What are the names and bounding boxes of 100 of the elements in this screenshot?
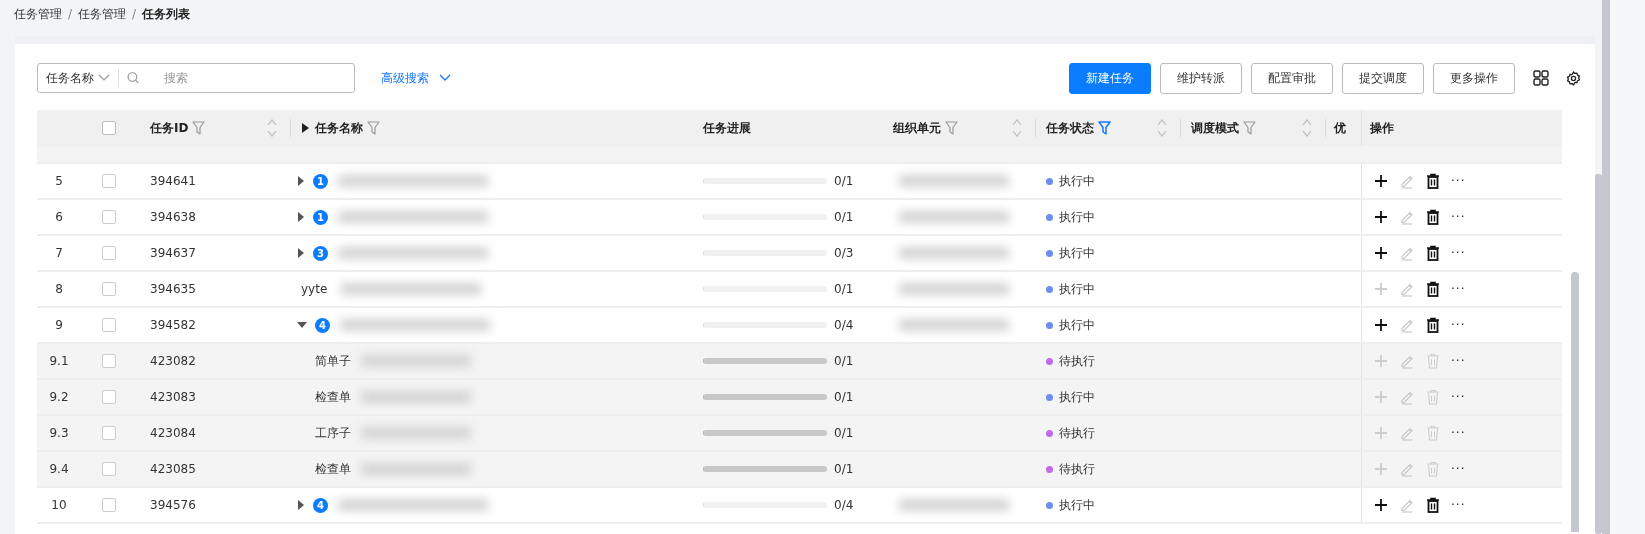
row-checkbox[interactable] — [101, 354, 116, 368]
row-number: 9.3 — [49, 426, 69, 440]
edit-icon[interactable] — [1399, 461, 1415, 477]
task-name: 工序子 — [315, 424, 351, 442]
status-label: 执行中 — [1059, 496, 1095, 514]
trash-icon[interactable] — [1426, 497, 1440, 513]
select-all-checkbox[interactable] — [101, 121, 116, 135]
breadcrumb-item[interactable]: 任务管理 — [78, 5, 127, 23]
add-icon[interactable] — [1374, 246, 1388, 260]
status-label: 执行中 — [1059, 244, 1095, 262]
caret-right-icon[interactable] — [297, 176, 305, 186]
filter-icon[interactable] — [945, 121, 958, 135]
row-number: 7 — [55, 246, 63, 260]
filter-icon[interactable] — [192, 121, 206, 135]
breadcrumb-item[interactable]: 任务管理 — [14, 5, 62, 23]
toolbar-button[interactable]: 维护转派 — [1160, 62, 1242, 94]
toolbar-button[interactable]: 配置审批 — [1251, 62, 1333, 94]
filter-icon[interactable] — [367, 121, 380, 135]
sort-icon[interactable] — [1012, 117, 1022, 139]
row-number: 10 — [51, 498, 67, 512]
column-header: 任务进展 — [703, 119, 751, 137]
search-icon — [126, 71, 140, 85]
row-checkbox[interactable] — [101, 462, 116, 476]
add-icon[interactable] — [1374, 498, 1388, 512]
layout-grid-icon[interactable] — [1533, 70, 1549, 86]
status-label: 待执行 — [1059, 460, 1095, 478]
more-actions-button[interactable]: ··· — [1451, 318, 1466, 332]
add-icon[interactable] — [1374, 210, 1388, 224]
more-actions-button[interactable]: ··· — [1451, 498, 1466, 512]
edit-icon[interactable] — [1399, 497, 1415, 513]
edit-icon[interactable] — [1399, 353, 1415, 369]
progress-count: 0/1 — [834, 174, 854, 188]
caret-right-icon[interactable] — [297, 248, 305, 258]
expand-all-icon[interactable] — [301, 123, 309, 133]
more-actions-button[interactable]: ··· — [1451, 390, 1466, 404]
row-checkbox[interactable] — [101, 174, 116, 188]
column-header: 操作 — [1370, 119, 1394, 137]
trash-icon[interactable] — [1426, 245, 1440, 261]
more-actions-button[interactable]: ··· — [1451, 210, 1466, 224]
count-badge: 4 — [313, 497, 328, 513]
more-actions-button[interactable]: ··· — [1451, 462, 1466, 476]
edit-icon[interactable] — [1399, 173, 1415, 189]
task-id: 394638 — [150, 210, 196, 224]
more-actions-button[interactable]: ··· — [1451, 246, 1466, 260]
row-checkbox[interactable] — [101, 498, 116, 512]
row-checkbox[interactable] — [101, 282, 116, 296]
trash-icon[interactable] — [1426, 281, 1440, 297]
task-id: 423084 — [150, 426, 196, 440]
row-checkbox[interactable] — [101, 318, 116, 332]
edit-icon[interactable] — [1399, 245, 1415, 261]
task-id: 394641 — [150, 174, 196, 188]
edit-icon[interactable] — [1399, 209, 1415, 225]
add-icon[interactable] — [1374, 318, 1388, 332]
more-actions-button[interactable]: ··· — [1451, 282, 1466, 296]
status-label: 执行中 — [1059, 316, 1095, 334]
edit-icon[interactable] — [1399, 317, 1415, 333]
toolbar-button[interactable]: 更多操作 — [1433, 62, 1515, 94]
trash-icon[interactable] — [1426, 209, 1440, 225]
sort-icon[interactable] — [1302, 117, 1312, 139]
row-checkbox[interactable] — [101, 426, 116, 440]
toolbar-button[interactable]: 提交调度 — [1342, 62, 1424, 94]
edit-icon[interactable] — [1399, 425, 1415, 441]
table-scrollbar[interactable] — [1571, 272, 1580, 532]
progress-count: 0/1 — [834, 462, 854, 476]
caret-down-icon[interactable] — [297, 321, 307, 329]
column-header: 任务状态 — [1046, 119, 1094, 137]
more-actions-button[interactable]: ··· — [1451, 354, 1466, 368]
sort-icon[interactable] — [1157, 117, 1167, 139]
settings-icon[interactable] — [1566, 70, 1581, 86]
progress-count: 0/1 — [834, 354, 854, 368]
more-actions-button[interactable]: ··· — [1451, 426, 1466, 440]
progress-count: 0/1 — [834, 282, 854, 296]
caret-right-icon[interactable] — [297, 212, 305, 222]
sort-icon[interactable] — [267, 117, 277, 139]
advanced-search-link[interactable]: 高级搜索 — [381, 69, 451, 87]
column-header: 优 — [1334, 119, 1346, 137]
add-icon[interactable] — [1374, 174, 1388, 188]
toolbar-button[interactable]: 新建任务 — [1069, 62, 1151, 94]
column-header: 调度模式 — [1191, 119, 1239, 137]
trash-icon[interactable] — [1426, 173, 1440, 189]
field-select[interactable]: 任务名称 — [46, 69, 110, 87]
more-actions-button[interactable]: ··· — [1451, 174, 1466, 188]
count-badge: 4 — [315, 317, 330, 333]
edit-icon[interactable] — [1399, 389, 1415, 405]
filter-icon[interactable] — [1098, 121, 1111, 135]
row-number: 9.1 — [49, 354, 69, 368]
status-label: 执行中 — [1059, 208, 1095, 226]
progress-count: 0/1 — [834, 390, 854, 404]
row-checkbox[interactable] — [101, 390, 116, 404]
trash-icon[interactable] — [1426, 317, 1440, 333]
filter-icon[interactable] — [1243, 121, 1256, 135]
search-field[interactable]: 任务名称 搜索 — [37, 63, 355, 93]
breadcrumb-separator: / — [132, 7, 137, 21]
edit-icon[interactable] — [1399, 281, 1415, 297]
page-scrollbar[interactable] — [1595, 174, 1602, 534]
caret-right-icon[interactable] — [297, 500, 305, 510]
row-checkbox[interactable] — [101, 246, 116, 260]
task-id: 394582 — [150, 318, 196, 332]
count-badge: 1 — [313, 209, 328, 225]
row-checkbox[interactable] — [101, 210, 116, 224]
